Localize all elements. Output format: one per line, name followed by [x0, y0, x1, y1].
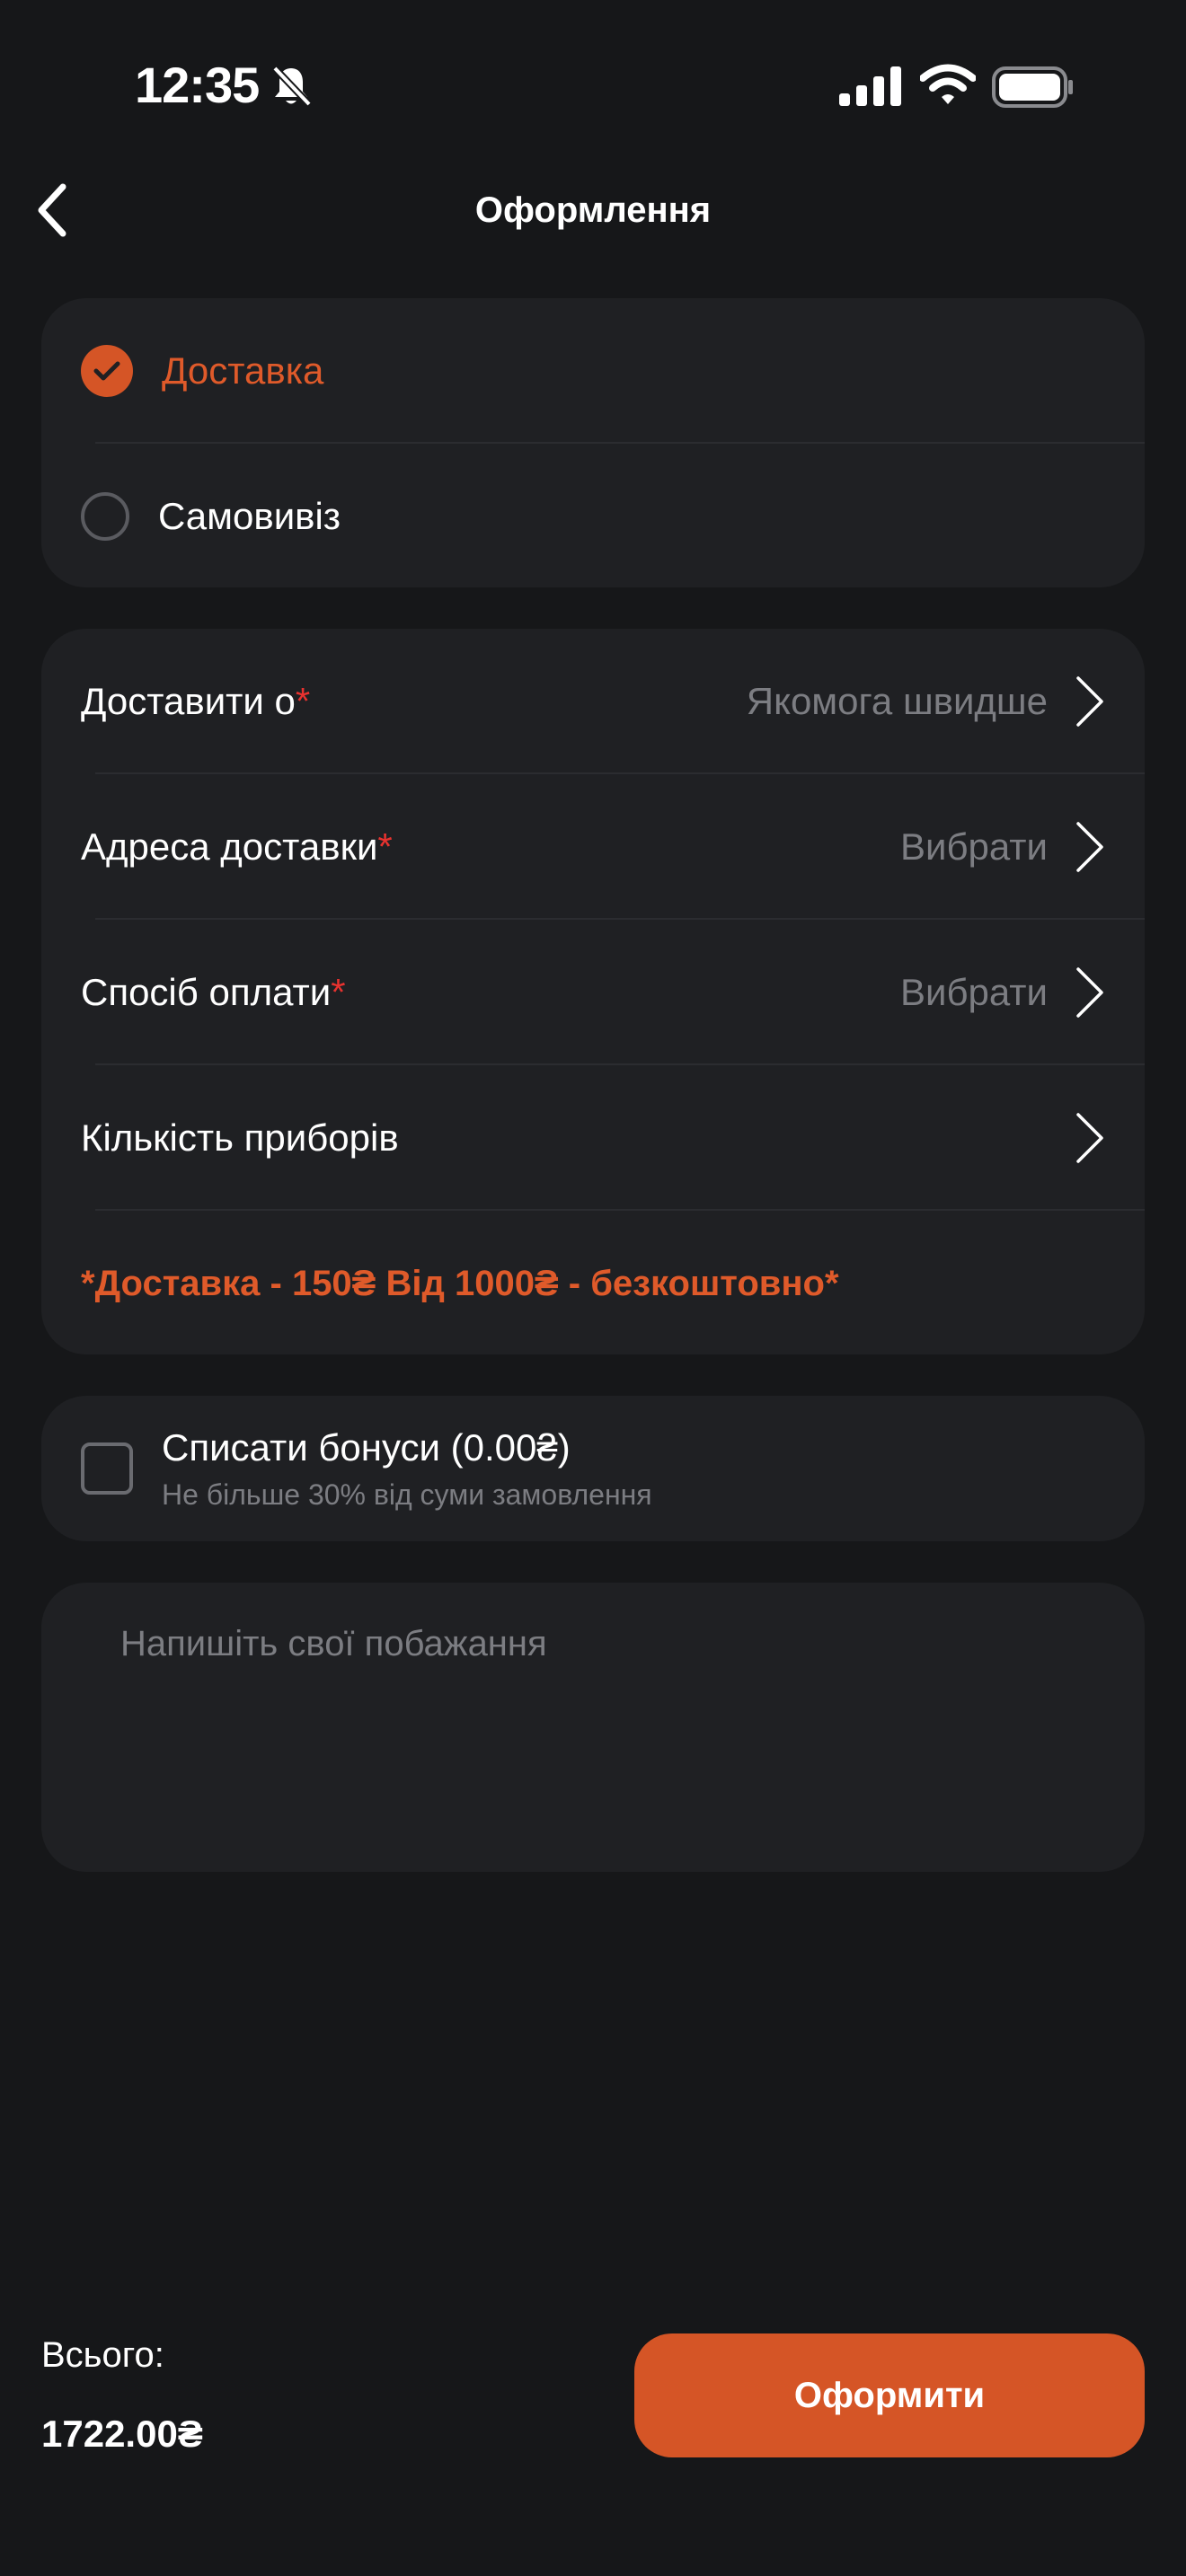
radio-unchecked-icon: [81, 492, 129, 541]
bonus-card: Списати бонуси (0.00₴) Не більше 30% від…: [41, 1396, 1145, 1541]
checkout-button[interactable]: Оформити: [634, 2333, 1145, 2457]
battery-icon: [992, 66, 1075, 112]
signal-icon: [839, 66, 902, 110]
bonus-title: Списати бонуси (0.00₴): [162, 1425, 571, 1469]
required-mark: *: [331, 971, 346, 1013]
cutlery-count-row[interactable]: Кількість приборів: [41, 1065, 1145, 1211]
bonus-row[interactable]: Списати бонуси (0.00₴) Не більше 30% від…: [41, 1396, 1145, 1541]
chevron-right-icon: [1076, 822, 1103, 872]
status-time: 12:35: [135, 57, 260, 113]
pickup-option[interactable]: Самовивіз: [41, 444, 1145, 587]
delivery-time-label: Доставити о*: [81, 680, 311, 722]
delivery-time-row[interactable]: Доставити о* Якомога швидше: [41, 629, 1145, 774]
delivery-option-label: Доставка: [162, 349, 324, 392]
wishes-input[interactable]: [41, 1583, 1145, 1872]
radio-checked-icon: [81, 345, 133, 397]
payment-method-value: Вибрати: [899, 971, 1048, 1013]
delivery-address-row[interactable]: Адреса доставки* Вибрати: [41, 774, 1145, 920]
total-value: 1722.00₴: [41, 2413, 203, 2455]
delivery-address-label: Адреса доставки*: [81, 825, 393, 868]
delivery-type-card: Доставка Самовивіз: [41, 298, 1145, 587]
required-mark: *: [377, 825, 393, 868]
required-mark: *: [295, 680, 311, 722]
header: Оформлення: [0, 171, 1186, 251]
page-title: Оформлення: [474, 190, 712, 230]
chevron-right-icon: [1076, 1113, 1103, 1163]
chevron-right-icon: [1076, 967, 1103, 1018]
order-details-card: Доставити о* Якомога швидше Адреса доста…: [41, 629, 1145, 1354]
payment-method-row[interactable]: Спосіб оплати* Вибрати: [41, 920, 1145, 1065]
pickup-option-label: Самовивіз: [158, 495, 341, 537]
payment-method-label: Спосіб оплати*: [81, 971, 346, 1013]
delivery-note-row: *Доставка - 150₴ Від 1000₴ - безкоштовно…: [41, 1211, 1145, 1354]
status-bar: 12:35: [0, 0, 1186, 171]
delivery-time-value: Якомога швидше: [746, 680, 1048, 722]
total-label: Всього:: [41, 2335, 164, 2375]
delivery-price-note: *Доставка - 150₴ Від 1000₴ - безкоштовно…: [81, 1263, 839, 1303]
bell-off-icon: [271, 65, 312, 112]
cutlery-count-label: Кількість приборів: [81, 1116, 399, 1159]
bonus-text: Списати бонуси (0.00₴) Не більше 30% від…: [162, 1426, 652, 1512]
wifi-icon: [919, 63, 977, 110]
delivery-option[interactable]: Доставка: [41, 298, 1145, 444]
bonus-checkbox[interactable]: [81, 1442, 133, 1495]
delivery-address-value: Вибрати: [899, 825, 1048, 868]
bonus-subtitle: Не більше 30% від суми замовлення: [162, 1478, 652, 1511]
chevron-right-icon: [1076, 676, 1103, 727]
